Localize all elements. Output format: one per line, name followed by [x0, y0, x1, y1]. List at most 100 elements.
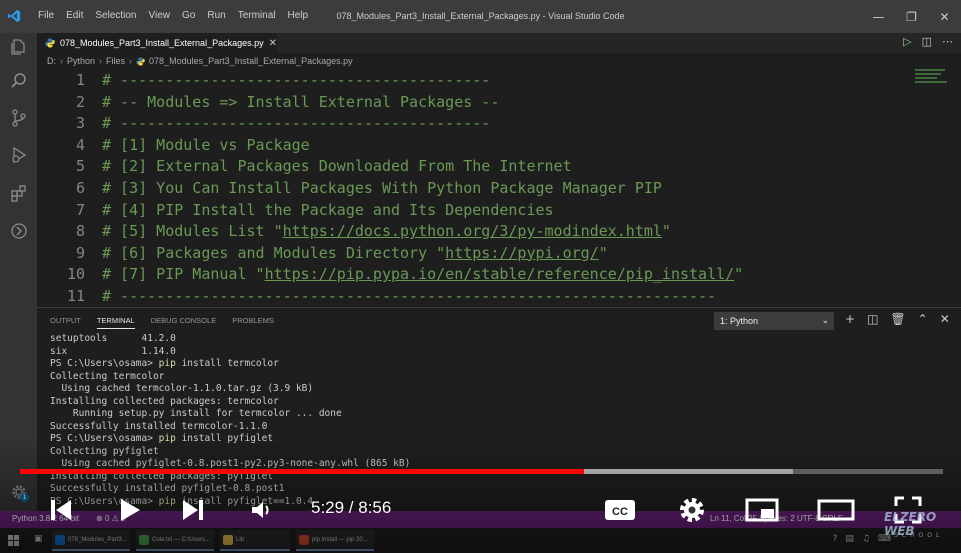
breadcrumb: D: › Python › Files › 078_Modules_Part3_…	[37, 53, 961, 69]
run-file-icon[interactable]: ▷	[903, 35, 911, 48]
volume-button[interactable]	[246, 487, 276, 533]
terminal-select[interactable]: 1: Python ⌄	[714, 312, 834, 330]
tab-problems[interactable]: PROBLEMS	[232, 316, 274, 329]
comment-text-tail: "	[661, 222, 671, 241]
code-line[interactable]: 3 # -------------------------------------…	[37, 113, 917, 135]
menu-go[interactable]: Go	[176, 10, 201, 21]
menu-view[interactable]: View	[143, 10, 177, 21]
python-file-icon	[136, 56, 145, 66]
terminal-text: Using cached termcolor-1.1.0.tar.gz (3.9…	[50, 383, 314, 394]
app-icon	[55, 534, 65, 545]
breadcrumb-folder-files[interactable]: Files	[106, 56, 125, 66]
split-editor-icon[interactable]: ◫	[922, 35, 932, 48]
close-icon[interactable]: ✕	[928, 0, 961, 33]
theater-mode-button[interactable]	[814, 487, 858, 533]
tab-terminal[interactable]: TERMINAL	[96, 316, 135, 329]
terminal-text: PS C:\Users\osama>	[50, 358, 159, 369]
breadcrumb-folder-python[interactable]: Python	[67, 56, 95, 66]
comment-link[interactable]: https://pypi.org/	[445, 244, 599, 262]
play-button[interactable]	[112, 487, 146, 533]
svg-text:CC: CC	[612, 506, 628, 518]
menu-help[interactable]: Help	[282, 10, 315, 21]
taskbar-app[interactable]: 078_Modules_Part3...	[52, 530, 130, 551]
menu-selection[interactable]: Selection	[89, 10, 142, 21]
taskbar-app[interactable]: Cola.txt — C:\Users...	[136, 530, 214, 551]
task-view-icon[interactable]: ▣	[34, 534, 43, 544]
previous-button[interactable]	[44, 487, 78, 533]
minimap[interactable]	[915, 69, 949, 89]
taskbar-app[interactable]: pip install — pip 20...	[296, 530, 374, 551]
code-line[interactable]: 11 # ------------------------------------…	[37, 286, 917, 307]
channel-watermark: ELZERO WEB SCHOOL	[878, 510, 958, 546]
terminal-line: PS C:\Users\osama> pip install pyfiglet	[50, 433, 950, 446]
taskbar-app-label: Lib	[236, 536, 245, 543]
menu-edit[interactable]: Edit	[60, 10, 89, 21]
windows-start-icon[interactable]	[8, 535, 19, 546]
code-comment: # [3] You Can Install Packages With Pyth…	[102, 178, 662, 200]
code-line[interactable]: 9 # [6] Packages and Modules Directory "h…	[37, 243, 917, 265]
miniplayer-button[interactable]	[742, 487, 782, 533]
terminal-line: PS C:\Users\osama> pip install termcolor	[50, 358, 950, 371]
explorer-icon[interactable]	[9, 37, 29, 57]
code-comment: # [5] Modules List "https://docs.python.…	[102, 221, 671, 243]
breadcrumb-file[interactable]: 078_Modules_Part3_Install_External_Packa…	[149, 56, 353, 66]
new-terminal-icon[interactable]: +	[845, 312, 855, 326]
settings-button[interactable]	[672, 487, 712, 533]
editor-tab[interactable]: 078_Modules_Part3_Install_External_Packa…	[37, 33, 277, 53]
code-comment: # --------------------------------------…	[102, 113, 490, 135]
code-line[interactable]: 10 # [7] PIP Manual "https://pip.pypa.io/…	[37, 264, 917, 286]
code-line[interactable]: 4 # [1] Module vs Package	[37, 135, 917, 157]
volume-icon	[252, 502, 269, 518]
breadcrumb-drive[interactable]: D:	[47, 56, 56, 66]
line-number: 11	[66, 287, 85, 305]
code-line[interactable]: 2 # -- Modules => Install External Packag…	[37, 92, 917, 114]
code-line[interactable]: 8 # [5] Modules List "https://docs.python…	[37, 221, 917, 243]
code-editor[interactable]: 1 # -------------------------------------…	[37, 69, 961, 307]
remote-explorer-icon[interactable]	[9, 221, 29, 241]
restore-icon[interactable]: ❐	[895, 0, 928, 33]
comment-text: # [7] PIP Manual "	[102, 265, 265, 284]
close-tab-icon[interactable]: ✕	[269, 38, 277, 49]
search-icon[interactable]	[9, 71, 29, 91]
help-icon[interactable]: ?	[833, 534, 838, 544]
activity-bar	[0, 33, 37, 511]
volume-icon[interactable]: ♫	[862, 534, 870, 544]
code-line[interactable]: 7 # [4] PIP Install the Package and Its D…	[37, 200, 917, 222]
comment-link[interactable]: https://pip.pypa.io/en/stable/reference/…	[265, 265, 735, 283]
maximize-panel-icon[interactable]: ⌃	[918, 312, 928, 326]
comment-text: # [4] PIP Install the Package and Its De…	[102, 200, 554, 219]
run-debug-icon[interactable]	[9, 145, 29, 165]
tab-output[interactable]: OUTPUT	[50, 316, 81, 329]
more-actions-icon[interactable]: ⋯	[942, 35, 953, 48]
comment-text: # --------------------------------------…	[102, 287, 717, 305]
terminal-output[interactable]: setuptools 41.2.0 six 1.14.0 PS C:\Users\o…	[50, 333, 950, 508]
menu-file[interactable]: File	[32, 10, 60, 21]
comment-text: # [5] Modules List "	[102, 222, 283, 241]
menu-terminal[interactable]: Terminal	[232, 10, 282, 21]
editor-actions: ▷ ◫ ⋯	[903, 35, 953, 48]
line-number: 3	[75, 114, 85, 133]
captions-button[interactable]: CC	[600, 487, 640, 533]
terminal-text: six 1.14.0	[50, 345, 176, 357]
next-button[interactable]	[176, 487, 210, 533]
comment-link[interactable]: https://docs.python.org/3/py-modindex.ht…	[283, 222, 662, 240]
minimize-icon[interactable]: —	[862, 0, 895, 33]
line-number: 7	[75, 200, 85, 219]
extensions-icon[interactable]	[9, 183, 29, 203]
split-terminal-icon[interactable]: ◫	[867, 312, 878, 326]
code-line[interactable]: 1 # -------------------------------------…	[37, 70, 917, 92]
taskbar-app[interactable]: Lib	[220, 530, 290, 551]
progress-bar[interactable]	[20, 469, 943, 474]
code-line[interactable]: 5 # [2] External Packages Downloaded From…	[37, 156, 917, 178]
terminal-line: setuptools 41.2.0	[50, 333, 950, 346]
comment-text-tail: "	[598, 243, 608, 262]
comment-text: # --------------------------------------…	[102, 114, 491, 133]
close-panel-icon[interactable]: ✕	[940, 312, 950, 326]
comment-text: # [2] External Packages Downloaded From …	[102, 157, 572, 176]
tab-debug-console[interactable]: DEBUG CONSOLE	[151, 316, 216, 329]
network-icon[interactable]: ▤	[845, 534, 854, 544]
code-line[interactable]: 6 # [3] You Can Install Packages With Pyt…	[37, 178, 917, 200]
trash-icon[interactable]: 🗑	[890, 312, 905, 326]
source-control-icon[interactable]	[9, 108, 29, 128]
menu-run[interactable]: Run	[201, 10, 231, 21]
